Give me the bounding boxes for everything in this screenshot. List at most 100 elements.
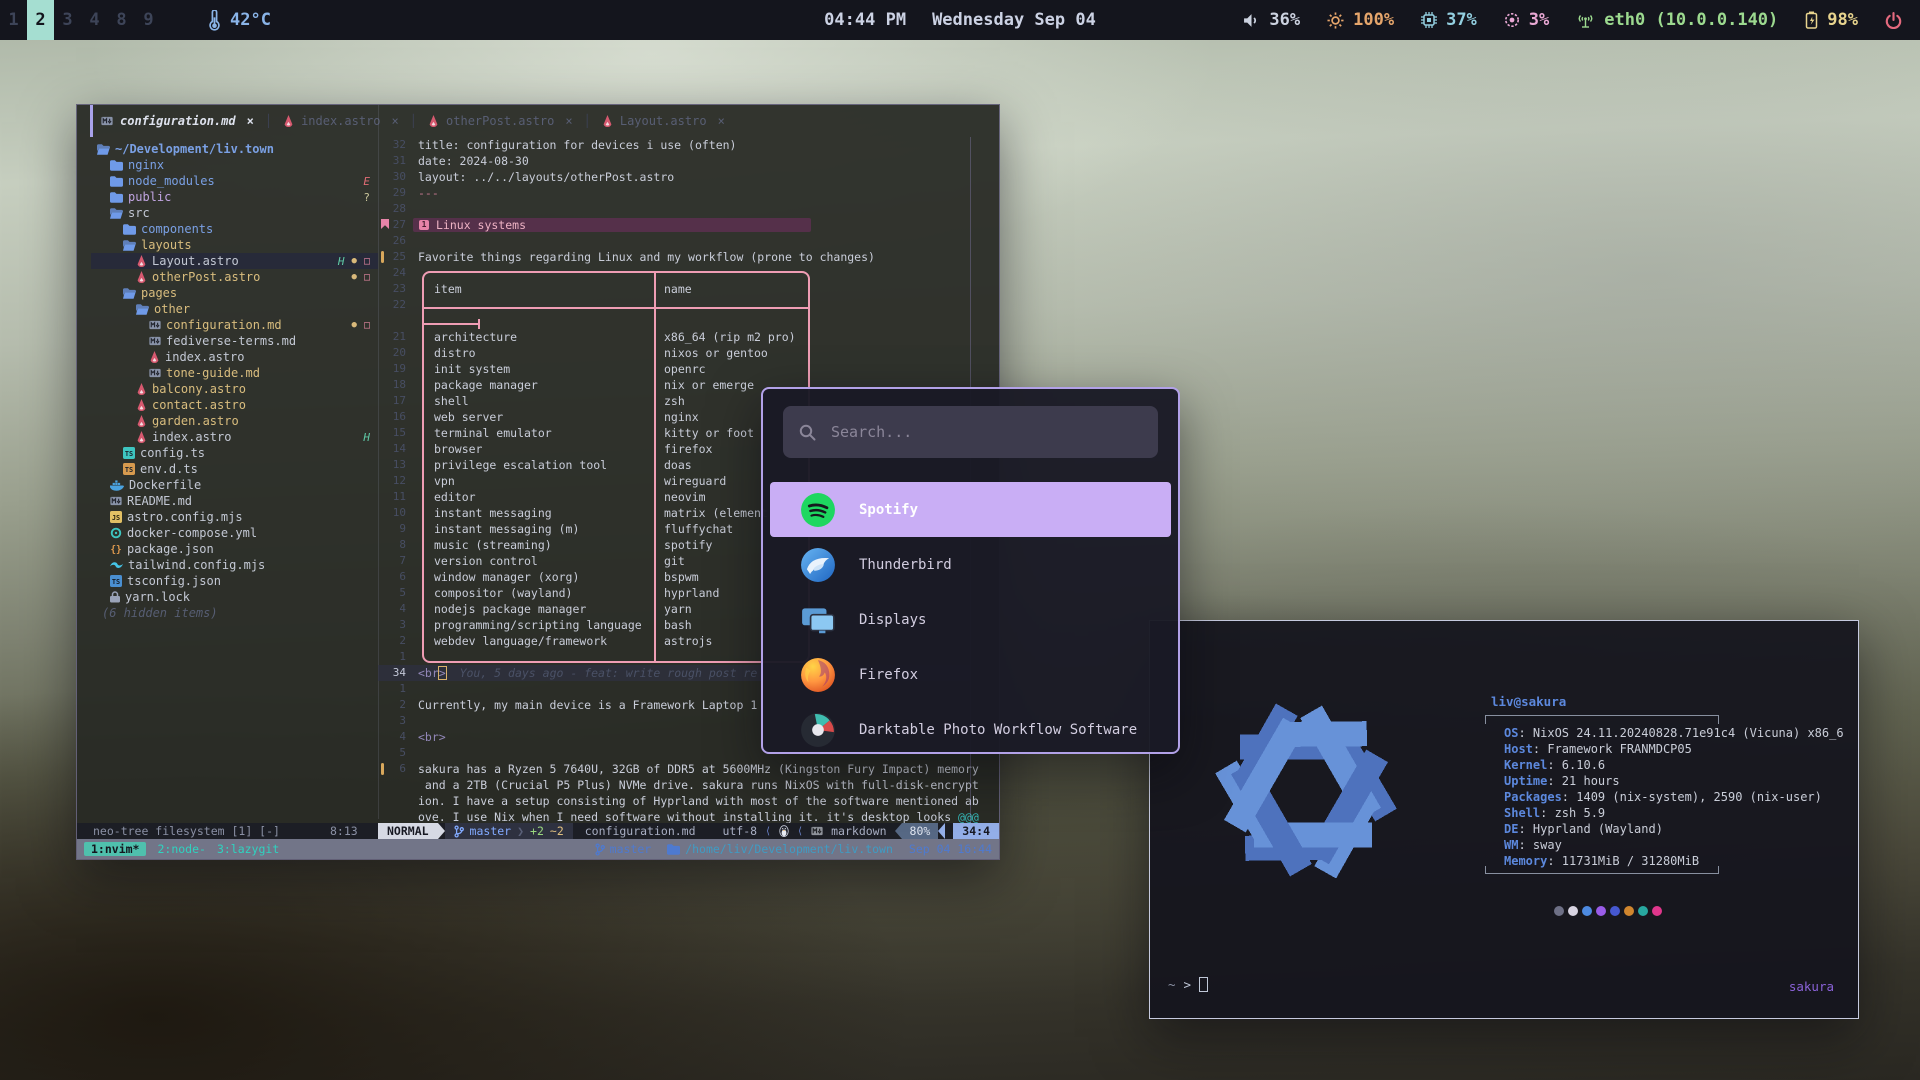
brightness-module[interactable]: 100% <box>1327 10 1394 30</box>
tmux-window-1:nvim*[interactable]: 1:nvim* <box>84 842 146 856</box>
tab-configuration.md[interactable]: configuration.md× <box>90 105 265 137</box>
temperature-module[interactable]: 42°C <box>208 10 271 31</box>
tree-item-tailwind.config.mjs[interactable]: tailwind.config.mjs <box>91 557 378 573</box>
tree-item-docker-compose.yml[interactable]: docker-compose.yml <box>91 525 378 541</box>
workspace-1[interactable]: 1 <box>0 0 27 40</box>
line-number: 15 <box>378 425 406 441</box>
tree-item-other[interactable]: other <box>91 301 378 317</box>
volume-module[interactable]: 36% <box>1243 10 1300 30</box>
tree-item-pages[interactable]: pages <box>91 285 378 301</box>
tree-item-balcony.astro[interactable]: balcony.astro <box>91 381 378 397</box>
tree-item-public[interactable]: public? <box>91 189 378 205</box>
workspace-4[interactable]: 4 <box>81 0 108 40</box>
line-number: 27 <box>378 217 406 233</box>
buffer-line[interactable]: and a 2TB (Crucial P5 Plus) NVMe drive. … <box>378 777 998 793</box>
tree-item-README.md[interactable]: README.md <box>91 493 378 509</box>
tree-item-layouts[interactable]: layouts <box>91 237 378 253</box>
tab-close-icon[interactable]: × <box>247 114 254 128</box>
tree-item--6-hidden-items-[interactable]: (6 hidden items) <box>91 605 378 621</box>
buffer-line[interactable]: 22 <box>378 297 998 313</box>
buffer-line[interactable]: 6sakura has a Ryzen 5 7640U, 32GB of DDR… <box>378 761 998 777</box>
gpu-module[interactable]: 3% <box>1504 10 1549 30</box>
buffer-line[interactable]: 31date: 2024-08-30 <box>378 153 998 169</box>
buffer-line[interactable]: ove. I use Nix when I need software with… <box>378 809 998 823</box>
tree-item-tsconfig.json[interactable]: TStsconfig.json <box>91 573 378 589</box>
table-cell-right: git <box>664 553 685 569</box>
cpu-module[interactable]: 37% <box>1421 10 1477 30</box>
buffer-line[interactable]: 20distronixos or gentoo <box>378 345 998 361</box>
buffer-line[interactable]: 24 <box>378 265 998 281</box>
launcher-item-displays[interactable]: Displays <box>770 592 1171 647</box>
search-input[interactable] <box>829 422 1142 442</box>
network-module[interactable]: eth0 (10.0.0.140) <box>1576 10 1778 30</box>
launcher-item-thunderbird[interactable]: Thunderbird <box>770 537 1171 592</box>
launcher-item-darktable[interactable]: Darktable Photo Workflow Software <box>770 702 1171 754</box>
line-text: <br> <box>418 729 446 745</box>
tree-item-label: README.md <box>127 494 192 508</box>
fetch-info-label: WM <box>1504 838 1518 852</box>
tree-item-tone-guide.md[interactable]: tone-guide.md <box>91 365 378 381</box>
workspace-2[interactable]: 2 <box>27 0 54 40</box>
tree-item-configuration.md[interactable]: configuration.md●□ <box>91 317 378 333</box>
workspace-3[interactable]: 3 <box>54 0 81 40</box>
buffer-line[interactable]: 29--- <box>378 185 998 201</box>
buffer-line[interactable]: 26 <box>378 233 998 249</box>
launcher-item-firefox[interactable]: Firefox <box>770 647 1171 702</box>
buffer-line[interactable]: 23itemname <box>378 281 998 297</box>
tab-close-icon[interactable]: × <box>718 114 725 128</box>
tab-Layout.astro[interactable]: Layout.astro× <box>591 105 736 137</box>
palette-dot-0 <box>1554 906 1564 916</box>
workspace-8[interactable]: 8 <box>108 0 135 40</box>
buffer-line[interactable]: 28 <box>378 201 998 217</box>
buffer-line[interactable]: 32title: configuration for devices i use… <box>378 137 998 153</box>
table-cell-left: shell <box>434 393 469 409</box>
fetch-info-label: Uptime <box>1504 774 1547 788</box>
tree-item---Development-liv.town[interactable]: ~/Development/liv.town <box>91 141 378 157</box>
buffer-line[interactable]: 271Linux systems <box>378 217 998 233</box>
tree-item-otherPost.astro[interactable]: otherPost.astro●□ <box>91 269 378 285</box>
tree-item-index.astro[interactable]: index.astroH <box>91 429 378 445</box>
table-cell-right: matrix (element) <box>664 505 775 521</box>
buffer-line[interactable]: 19init systemopenrc <box>378 361 998 377</box>
tree-item-Layout.astro[interactable]: Layout.astroH●□ <box>91 253 378 269</box>
buffer-line[interactable]: 21architecturex86_64 (rip m2 pro) <box>378 329 998 345</box>
table-cell-right: nix or emerge <box>664 377 754 393</box>
tab-otherPost.astro[interactable]: otherPost.astro× <box>417 105 584 137</box>
tree-item-nginx[interactable]: nginx <box>91 157 378 173</box>
tree-item-Dockerfile[interactable]: Dockerfile <box>91 477 378 493</box>
tree-item-env.d.ts[interactable]: TSenv.d.ts <box>91 461 378 477</box>
tmux-window-3:lazygit[interactable]: 3:lazygit <box>217 842 279 856</box>
tree-item-src[interactable]: src <box>91 205 378 221</box>
tab-close-icon[interactable]: × <box>565 114 572 128</box>
tab-close-icon[interactable]: × <box>392 114 399 128</box>
buffer-line[interactable]: ion. I have a setup consisting of Hyprla… <box>378 793 998 809</box>
tree-item-label: configuration.md <box>166 318 282 332</box>
shell-prompt[interactable]: ~ > <box>1168 977 1208 992</box>
power-button[interactable] <box>1885 12 1902 29</box>
tree-item-yarn.lock[interactable]: yarn.lock <box>91 589 378 605</box>
tree-item-node-modules[interactable]: node_modulesE <box>91 173 378 189</box>
buffer-line[interactable]: 30layout: ../../layouts/otherPost.astro <box>378 169 998 185</box>
tree-item-components[interactable]: components <box>91 221 378 237</box>
tree-item-fediverse-terms.md[interactable]: fediverse-terms.md <box>91 333 378 349</box>
buffer-line[interactable]: 25Favorite things regarding Linux and my… <box>378 249 998 265</box>
table-cell-right: wireguard <box>664 473 726 489</box>
line-number: 26 <box>378 233 406 249</box>
buffer-line[interactable] <box>378 313 998 329</box>
line-text: ove. I use Nix when I need software with… <box>418 809 979 823</box>
tmux-window-2:node-[interactable]: 2:node- <box>157 842 205 856</box>
tree-item-astro.config.mjs[interactable]: JSastro.config.mjs <box>91 509 378 525</box>
launcher-search-box[interactable] <box>783 406 1158 458</box>
tree-item-garden.astro[interactable]: garden.astro <box>91 413 378 429</box>
workspace-9[interactable]: 9 <box>135 0 162 40</box>
astro-icon <box>149 351 160 363</box>
battery-module[interactable]: 98% <box>1805 10 1858 30</box>
tree-item-contact.astro[interactable]: contact.astro <box>91 397 378 413</box>
tree-item-index.astro[interactable]: index.astro <box>91 349 378 365</box>
launcher-item-spotify[interactable]: Spotify <box>770 482 1171 537</box>
tab-index.astro[interactable]: index.astro× <box>272 105 410 137</box>
tree-item-package.json[interactable]: {}package.json <box>91 541 378 557</box>
tree-item-config.ts[interactable]: TSconfig.ts <box>91 445 378 461</box>
json-icon: {} <box>110 543 122 555</box>
tree-item-label: tone-guide.md <box>166 366 260 380</box>
